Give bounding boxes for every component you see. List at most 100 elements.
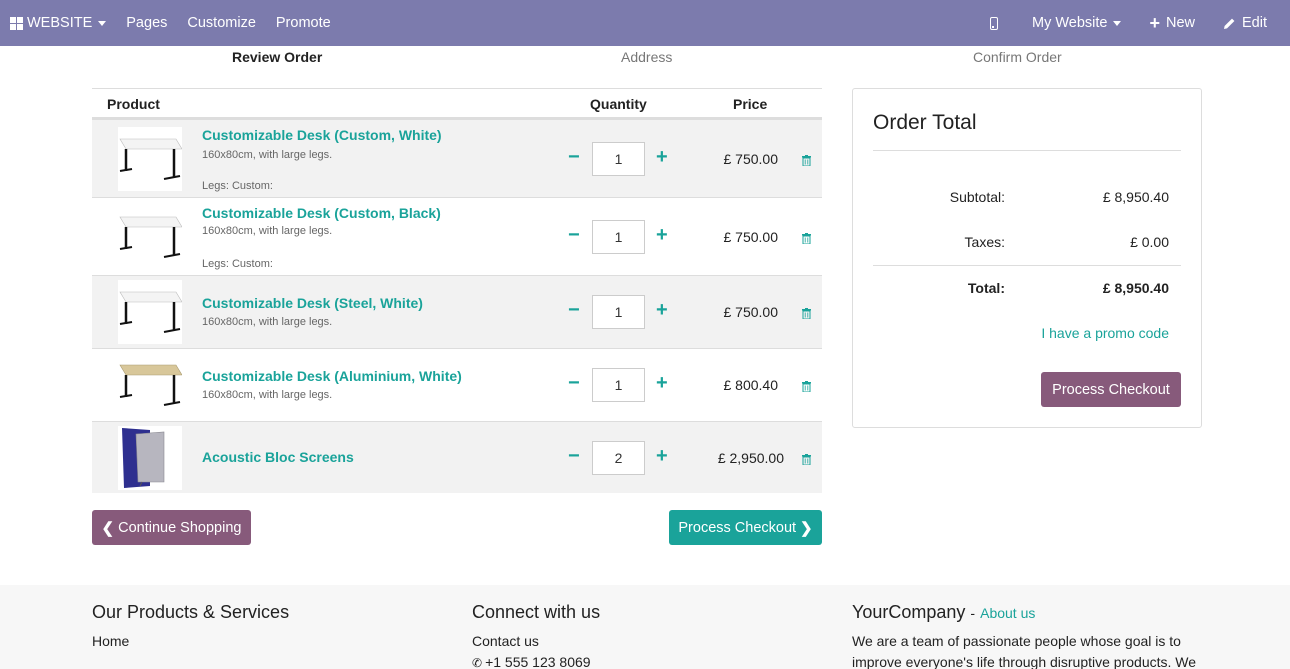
product-description: 160x80cm, with large legs. <box>202 316 333 328</box>
order-total-checkout-button[interactable]: Process Checkout <box>1041 372 1181 407</box>
increase-quantity-button[interactable]: + <box>656 373 668 393</box>
product-price: £ 750.00 <box>723 151 779 167</box>
quantity-input[interactable] <box>592 441 645 475</box>
footer-company-separator: - <box>970 605 976 621</box>
cart-table: Product Quantity Price Customizable Desk… <box>92 88 822 493</box>
plus-icon: + <box>1149 13 1160 33</box>
trash-icon[interactable] <box>802 308 811 319</box>
cart-row: Acoustic Bloc Screens − + £ 2,950.00 <box>92 421 822 493</box>
taxes-value: £ 0.00 <box>1130 234 1169 250</box>
cart-header-row: Product Quantity Price <box>92 88 822 119</box>
menu-pages[interactable]: Pages <box>116 0 177 46</box>
quantity-input[interactable] <box>592 142 645 176</box>
process-checkout-button[interactable]: Process Checkout ❯ <box>669 510 822 545</box>
footer-company-name: YourCompany <box>852 602 966 622</box>
new-label: New <box>1165 15 1195 31</box>
step-review-order: Review Order <box>232 49 323 65</box>
trash-icon[interactable] <box>802 155 811 166</box>
apps-grid-icon <box>10 16 23 30</box>
divider <box>873 265 1181 266</box>
caret-down-icon <box>98 20 107 26</box>
menu-promote[interactable]: Promote <box>266 0 341 46</box>
product-image <box>118 426 182 490</box>
product-image <box>118 353 182 417</box>
my-website-label: My Website <box>1031 15 1108 31</box>
product-description: 160x80cm, with large legs. <box>202 225 333 237</box>
footer-contact-link[interactable]: Contact us <box>472 631 539 652</box>
top-navbar: WEBSITE Pages Customize Promote My Websi… <box>0 0 1290 46</box>
continue-shopping-button[interactable]: ❮ Continue Shopping <box>92 510 251 545</box>
product-name-link[interactable]: Customizable Desk (Steel, White) <box>202 295 423 311</box>
product-name-link[interactable]: Customizable Desk (Custom, White) <box>202 127 442 143</box>
trash-icon[interactable] <box>802 381 811 392</box>
footer-products-title: Our Products & Services <box>92 602 290 622</box>
divider <box>873 150 1181 151</box>
new-button[interactable]: + New <box>1135 0 1209 46</box>
subtotal-value: £ 8,950.40 <box>1102 189 1169 205</box>
order-total-title: Order Total <box>873 111 977 134</box>
increase-quantity-button[interactable]: + <box>656 300 668 320</box>
product-image <box>118 205 182 269</box>
pencil-icon <box>1224 18 1235 29</box>
footer-phone-number: +1 555 123 8069 <box>485 654 591 669</box>
decrease-quantity-button[interactable]: − <box>568 147 580 167</box>
cart-row: Customizable Desk (Aluminium, White) 160… <box>92 348 822 421</box>
trash-icon[interactable] <box>802 454 811 465</box>
product-price: £ 800.40 <box>723 377 779 393</box>
checkout-progress: Review Order Address Confirm Order <box>92 46 1202 70</box>
product-price: £ 750.00 <box>723 304 779 320</box>
increase-quantity-button[interactable]: + <box>656 446 668 466</box>
step-confirm-order: Confirm Order <box>973 49 1062 65</box>
footer-phone: ✆ +1 555 123 8069 <box>472 652 591 669</box>
footer-connect-title: Connect with us <box>472 602 601 622</box>
promo-code-link[interactable]: I have a promo code <box>1041 325 1169 341</box>
header-price: Price <box>733 96 768 112</box>
product-price: £ 2,950.00 <box>717 450 784 466</box>
product-variant: Legs: Custom: <box>202 258 273 270</box>
phone-icon: ✆ <box>472 656 483 669</box>
product-name-link[interactable]: Customizable Desk (Custom, Black) <box>202 205 441 221</box>
cart-row: Customizable Desk (Custom, Black) 160x80… <box>92 197 822 275</box>
website-menu-label: WEBSITE <box>27 15 93 31</box>
product-variant: Legs: Custom: <box>202 180 273 192</box>
quantity-input[interactable] <box>592 295 645 329</box>
header-product: Product <box>107 96 160 112</box>
cart-row: Customizable Desk (Custom, White) 160x80… <box>92 119 822 197</box>
total-label: Total: <box>967 280 1005 296</box>
step-address: Address <box>621 49 673 65</box>
decrease-quantity-button[interactable]: − <box>568 300 580 320</box>
my-website-menu[interactable]: My Website <box>1018 0 1135 46</box>
footer-about-link[interactable]: About us <box>980 605 1035 621</box>
product-price: £ 750.00 <box>723 229 779 245</box>
product-description: 160x80cm, with large legs. <box>202 389 333 401</box>
process-checkout-label: Process Checkout <box>678 519 797 536</box>
product-name-link[interactable]: Acoustic Bloc Screens <box>202 449 354 465</box>
product-image <box>118 127 182 191</box>
decrease-quantity-button[interactable]: − <box>568 373 580 393</box>
increase-quantity-button[interactable]: + <box>656 225 668 245</box>
product-name-link[interactable]: Customizable Desk (Aluminium, White) <box>202 368 462 384</box>
decrease-quantity-button[interactable]: − <box>568 446 580 466</box>
increase-quantity-button[interactable]: + <box>656 147 668 167</box>
menu-customize[interactable]: Customize <box>177 0 266 46</box>
trash-icon[interactable] <box>802 233 811 244</box>
chevron-right-icon: ❯ <box>800 519 813 537</box>
footer-company-heading: YourCompany - About us <box>852 602 1035 623</box>
order-total-panel: Order Total Subtotal: £ 8,950.40 Taxes: … <box>852 88 1202 428</box>
decrease-quantity-button[interactable]: − <box>568 225 580 245</box>
footer: Our Products & Services Home Connect wit… <box>0 585 1290 669</box>
header-quantity: Quantity <box>590 96 647 112</box>
subtotal-label: Subtotal: <box>949 189 1005 205</box>
mobile-preview-button[interactable] <box>976 0 1018 46</box>
caret-down-icon <box>1113 20 1122 26</box>
chevron-left-icon: ❮ <box>101 519 115 537</box>
footer-home-link[interactable]: Home <box>92 631 129 652</box>
product-description: 160x80cm, with large legs. <box>202 149 333 161</box>
quantity-input[interactable] <box>592 220 645 254</box>
website-menu[interactable]: WEBSITE <box>0 0 116 46</box>
edit-button[interactable]: Edit <box>1209 0 1290 46</box>
footer-about-text: We are a team of passionate people whose… <box>852 633 1197 669</box>
edit-label: Edit <box>1242 15 1267 31</box>
taxes-label: Taxes: <box>964 234 1005 250</box>
quantity-input[interactable] <box>592 368 645 402</box>
